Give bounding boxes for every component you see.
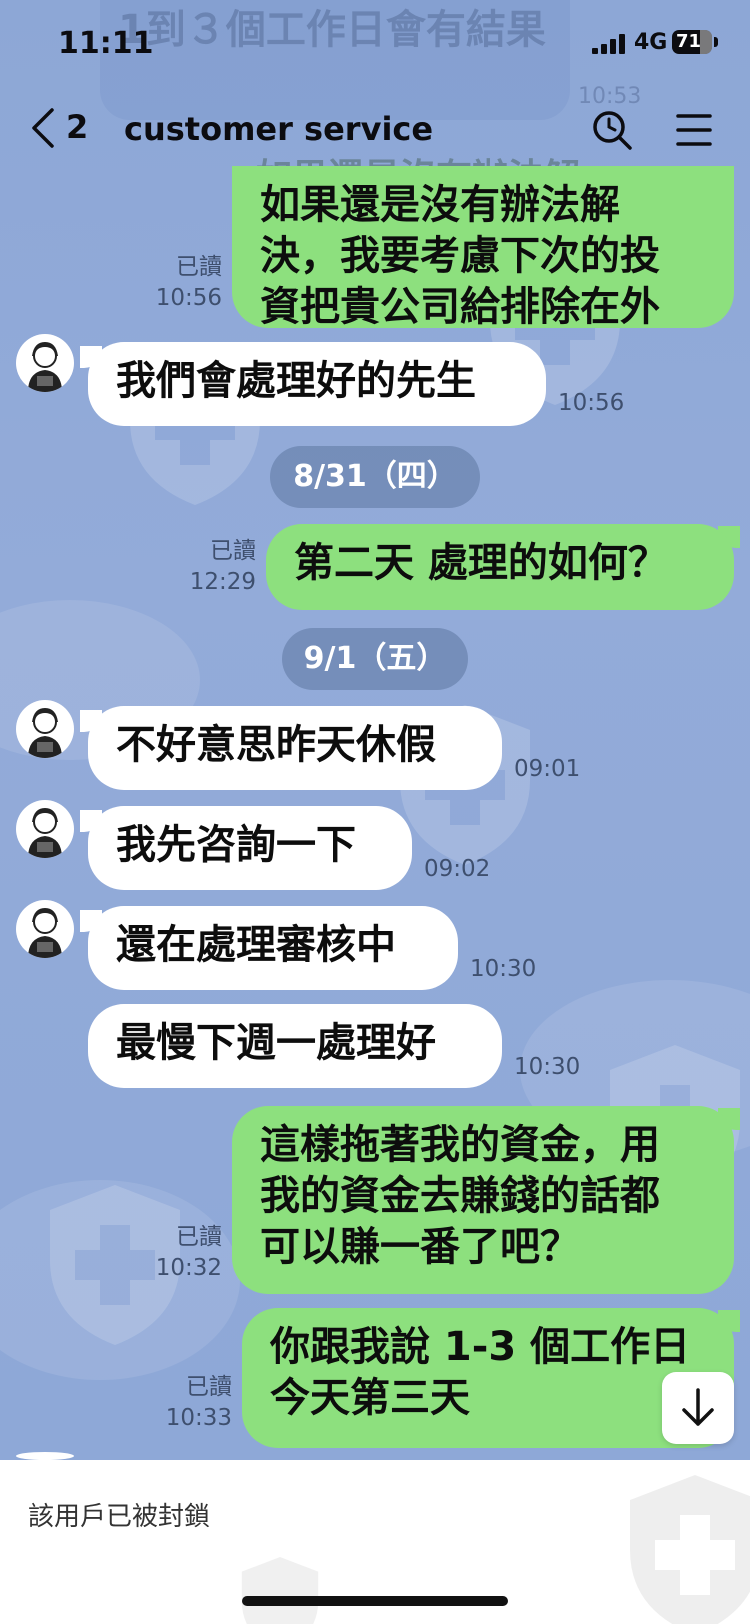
chat-header: 2 customer service xyxy=(0,92,750,172)
agent-avatar-icon[interactable] xyxy=(16,900,74,958)
status-bar: 11:11 4G 71 xyxy=(0,0,750,92)
message-bubble-incoming[interactable]: 還在處理審核中 xyxy=(88,906,458,990)
search-icon[interactable] xyxy=(590,108,634,152)
unread-count[interactable]: 2 xyxy=(66,108,88,146)
home-indicator[interactable] xyxy=(242,1596,508,1606)
agent-avatar-icon[interactable] xyxy=(16,700,74,758)
message-bubble-outgoing[interactable]: 第二天 處理的如何？ xyxy=(266,524,734,610)
message-time: 10:56 xyxy=(558,390,625,416)
message-time: 09:01 xyxy=(514,756,581,782)
message-meta: 已讀 10:56 xyxy=(130,252,222,314)
chat-title: customer service xyxy=(124,110,434,148)
network-type: 4G xyxy=(634,30,668,55)
message-bubble-incoming[interactable]: 我們會處理好的先生 xyxy=(88,342,546,426)
message-time: 10:30 xyxy=(514,1054,581,1080)
message-time: 12:29 xyxy=(189,569,256,595)
blocked-footer: 該用戶已被封鎖 xyxy=(0,1460,750,1624)
shield-watermark-icon xyxy=(241,1556,319,1624)
message-time: 10:56 xyxy=(155,285,222,311)
agent-avatar-icon[interactable] xyxy=(16,800,74,858)
read-receipt: 已讀 xyxy=(186,1374,232,1400)
battery-level xyxy=(700,30,712,54)
scroll-down-arrow-icon xyxy=(682,1388,714,1426)
back-chevron-icon[interactable] xyxy=(28,108,58,148)
agent-avatar-icon[interactable] xyxy=(16,334,74,392)
shield-watermark-icon xyxy=(630,1475,750,1624)
message-bubble-incoming[interactable]: 不好意思昨天休假 xyxy=(88,706,502,790)
message-meta: 已讀 12:29 xyxy=(162,536,256,598)
message-bubble-outgoing[interactable]: 你跟我說 1-3 個工作日 今天第三天 xyxy=(242,1308,734,1448)
battery-tip xyxy=(714,37,718,47)
date-separator: 9/1（五） xyxy=(282,628,468,690)
message-bubble-outgoing[interactable]: 這樣拖著我的資金，用 我的資金去賺錢的話都 可以賺一番了吧？ xyxy=(232,1106,734,1294)
read-receipt: 已讀 xyxy=(176,1224,222,1250)
message-bubble-outgoing[interactable]: 如果還是沒有辦法解 決，我要考慮下次的投 資把貴公司給排除在外 xyxy=(232,166,734,330)
battery-percent: 71 xyxy=(676,31,702,52)
read-receipt: 已讀 xyxy=(176,254,222,280)
battery-icon: 71 xyxy=(672,30,712,54)
message-meta: 已讀 10:33 xyxy=(140,1372,232,1434)
agent-avatar-icon xyxy=(16,1452,74,1460)
status-time: 11:11 xyxy=(58,26,154,61)
message-time: 10:33 xyxy=(165,1405,232,1431)
menu-icon[interactable] xyxy=(676,112,712,148)
blocked-notice: 該用戶已被封鎖 xyxy=(28,1502,211,1532)
cellular-signal-icon xyxy=(592,34,628,54)
message-meta: 已讀 10:32 xyxy=(130,1222,222,1284)
message-list: 如果還是沒有辦法解 決，我要考慮下次的投 資把貴公司給排除在外 已讀 10:56… xyxy=(0,0,750,1460)
message-time: 09:02 xyxy=(424,856,491,882)
message-bubble-incoming[interactable]: 最慢下週一處理好 xyxy=(88,1004,502,1088)
date-separator: 8/31（四） xyxy=(270,446,480,508)
scroll-to-bottom-button[interactable] xyxy=(662,1372,734,1444)
message-time: 10:30 xyxy=(470,956,537,982)
read-receipt: 已讀 xyxy=(210,538,256,564)
message-time: 10:32 xyxy=(155,1255,222,1281)
message-bubble-incoming[interactable]: 我先咨詢一下 xyxy=(88,806,412,890)
